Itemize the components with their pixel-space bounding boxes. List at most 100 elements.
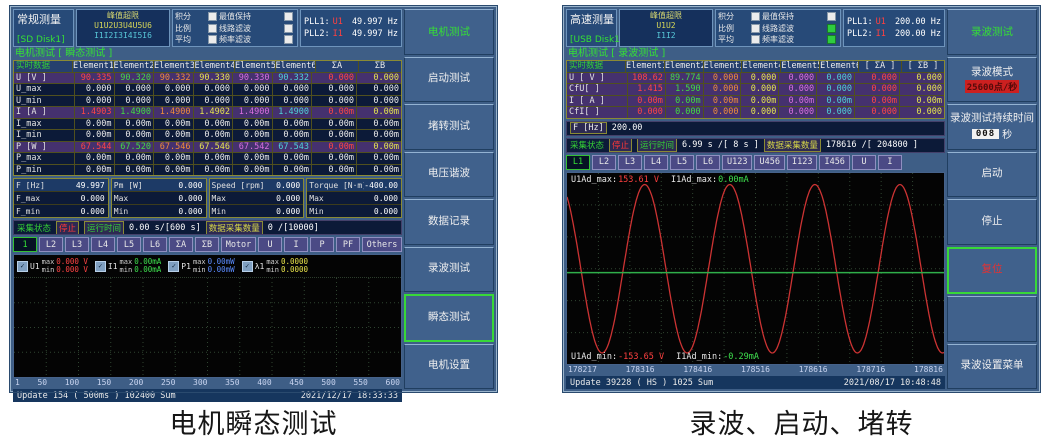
panel-max-value: 0.000 <box>81 194 108 203</box>
table-row: CfI[ ]0.0000.0000.0000.0000.0000.0000.00… <box>567 107 944 118</box>
toggle[interactable]: 最值保持 <box>762 11 836 22</box>
tab[interactable]: L6 <box>143 237 167 252</box>
menu-item-label: 录波测试 <box>428 262 470 274</box>
menu-item[interactable]: 瞬态测试 <box>404 294 494 342</box>
disk-indicator: [SD Disk1] <box>17 35 70 45</box>
frequency-label: F [Hz] <box>570 122 607 134</box>
checkbox-icon[interactable]: ✓ <box>95 261 106 272</box>
pll-label: PLL1: <box>847 17 873 27</box>
toggle[interactable]: 平均 <box>718 34 760 45</box>
tab[interactable]: Motor <box>221 237 256 252</box>
table-cell: 0.00m <box>193 130 233 141</box>
row-label: CfI[ ] <box>567 107 627 118</box>
menu-item[interactable]: 电机设置 <box>404 344 494 390</box>
tab[interactable]: I <box>878 155 902 170</box>
menu-item[interactable]: 停止 <box>947 199 1037 245</box>
menu-item[interactable]: 录波模式 25600点/秒 <box>947 57 1037 103</box>
table-cell: 90.320 <box>114 73 154 84</box>
menu-item[interactable]: 录波设置菜单 <box>947 344 1037 390</box>
toggle[interactable]: 频率滤波 <box>762 34 836 45</box>
menu-item-value-row: 25600点/秒 <box>965 80 1020 93</box>
tab[interactable]: L6 <box>696 155 720 170</box>
menu-item[interactable]: 启动 <box>947 152 1037 198</box>
tab[interactable]: U456 <box>754 155 784 170</box>
menu-item[interactable]: 复位 <box>947 247 1037 295</box>
tab[interactable]: L5 <box>117 237 141 252</box>
toggle-indicator-icon <box>284 35 293 44</box>
toggle[interactable]: 积分 <box>175 11 217 22</box>
panel-label: Pm [W] <box>112 181 179 190</box>
toggle[interactable]: 线路滤波 <box>762 23 836 34</box>
tab[interactable]: L2 <box>592 155 616 170</box>
pll-source: U1 <box>876 17 886 27</box>
runtime-value: 0.00 s/[600 s] <box>129 223 201 233</box>
x-tick-label: 178516 <box>741 365 770 376</box>
tab[interactable]: ΣA <box>169 237 193 252</box>
tab[interactable]: L2 <box>39 237 63 252</box>
row-label: P_max <box>14 153 74 164</box>
table-cell: 1.4900 <box>232 107 272 118</box>
menu-item[interactable]: 启动测试 <box>404 57 494 103</box>
summary-panel: Torque [N·m]-400.00 Max0.000 Min0.000 <box>306 178 402 218</box>
menu-item[interactable]: 数据记录 <box>404 199 494 245</box>
tab[interactable]: I456 <box>819 155 849 170</box>
pll-source: I1 <box>876 29 886 39</box>
pll-frequency: 49.997 Hz <box>352 17 398 27</box>
tab[interactable]: L3 <box>65 237 89 252</box>
tab[interactable]: 1 <box>13 237 37 252</box>
toggle[interactable]: 积分 <box>718 11 760 22</box>
toggle[interactable]: 线路滤波 <box>219 23 293 34</box>
checkbox-icon[interactable]: ✓ <box>242 261 253 272</box>
tab[interactable]: L3 <box>618 155 642 170</box>
x-tick-label: 50 <box>37 378 47 389</box>
sample-count-value: 178616 /[ 204800 ] <box>826 140 918 150</box>
tab[interactable]: L4 <box>644 155 668 170</box>
toggle[interactable]: 最值保持 <box>219 11 293 22</box>
table-cell: 0.000 <box>193 84 233 95</box>
toggle-label: 最值保持 <box>762 11 794 22</box>
tab[interactable]: U <box>258 237 282 252</box>
toggle[interactable]: 频率滤波 <box>219 34 293 45</box>
menu-item[interactable]: 录波测试 <box>404 247 494 293</box>
checkbox-icon[interactable]: ✓ <box>17 261 28 272</box>
menu-item[interactable] <box>947 296 1037 342</box>
menu-item-value: 008 <box>972 129 999 139</box>
menu-item[interactable]: 堵转测试 <box>404 104 494 150</box>
column-header: Element6 <box>275 61 316 72</box>
tab[interactable]: I <box>284 237 308 252</box>
x-tick-label: 1 <box>15 378 20 389</box>
panel-max-value: 0.000 <box>276 194 303 203</box>
pll-frequency: 49.997 Hz <box>352 29 398 39</box>
tab[interactable]: P <box>310 237 334 252</box>
checkbox-icon[interactable]: ✓ <box>168 261 179 272</box>
mode-line: 电机测试 [ 录波测试 ] <box>566 47 945 60</box>
tab[interactable]: L1 <box>566 155 590 170</box>
left-analyzer-screen: 常规测量 [SD Disk1] 峰值超限 U1U2U3U4U5U6 I1I2I3… <box>10 6 497 392</box>
table-cell: 0.00m <box>627 96 665 107</box>
trace-name: P1 <box>181 262 191 271</box>
tab[interactable]: U <box>852 155 876 170</box>
table-cell: 1.415 <box>627 84 665 95</box>
table-cell: 0.000 <box>778 84 816 95</box>
tab[interactable]: L4 <box>91 237 115 252</box>
row-label: U_min <box>14 96 74 107</box>
sample-count-label: 数据采集数量 <box>764 138 821 152</box>
toggle[interactable]: 平均 <box>175 34 217 45</box>
tab[interactable]: Others <box>362 237 402 252</box>
tab[interactable]: I123 <box>787 155 817 170</box>
table-cell: 0.000 <box>703 107 741 118</box>
x-tick-label: 300 <box>193 378 207 389</box>
waveform-max-annotations: U1Ad_max:153.61 VI1Ad_max:0.00mA <box>571 175 749 185</box>
toggle[interactable]: 比例 <box>718 23 760 34</box>
tab[interactable]: U123 <box>722 155 752 170</box>
toggle[interactable]: 比例 <box>175 23 217 34</box>
menu-item[interactable]: 录波测试持续时间 008 秒 <box>947 104 1037 150</box>
right-x-axis: 1782171783161784161785161786161787161788… <box>566 365 945 376</box>
tab[interactable]: PF <box>336 237 360 252</box>
panel-label: F [Hz] <box>14 181 76 190</box>
toggle-indicator-icon <box>751 24 760 33</box>
table-row: U_max0.0000.0000.0000.0000.0000.0000.000… <box>14 84 401 96</box>
menu-item[interactable]: 电压谐波 <box>404 152 494 198</box>
tab[interactable]: ΣB <box>195 237 219 252</box>
tab[interactable]: L5 <box>670 155 694 170</box>
